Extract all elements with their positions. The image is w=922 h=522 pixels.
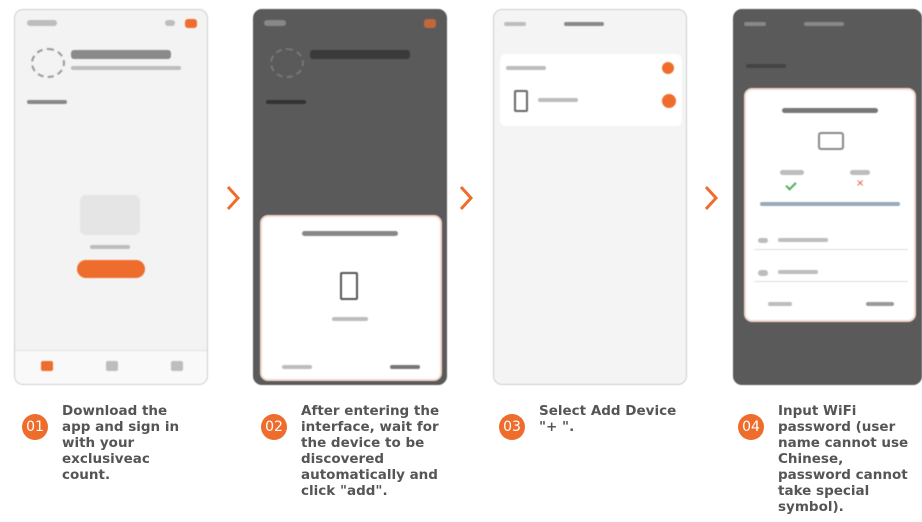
device-name <box>538 98 578 102</box>
weather-sun-icon <box>31 48 65 78</box>
empty-illustration <box>80 195 140 235</box>
step-caption: After entering the interface, wait for t… <box>301 403 440 499</box>
page-title <box>564 22 604 26</box>
chevron-right-icon <box>226 185 241 211</box>
bottom-tab-bar <box>15 350 207 384</box>
dialog-title <box>782 108 878 113</box>
router-icon <box>818 132 844 150</box>
no-devices-text <box>90 245 130 249</box>
home-selector[interactable] <box>27 20 57 26</box>
check-icon <box>785 179 797 191</box>
phone-screen-3 <box>493 9 687 385</box>
avatar[interactable] <box>185 19 197 28</box>
wifi-name-field[interactable] <box>754 232 908 250</box>
cross-icon: × <box>856 178 865 189</box>
section-label <box>506 66 546 70</box>
add-device-button[interactable] <box>77 260 145 278</box>
step-caption: Select Add Device "+ ". <box>539 403 677 435</box>
refresh-icon[interactable] <box>662 62 674 74</box>
dialog-cancel-button[interactable] <box>768 302 792 306</box>
device-discovered-dialog <box>260 215 442 381</box>
section-label <box>746 64 786 68</box>
cancel-button[interactable] <box>744 22 766 26</box>
step-number-badge: 01 <box>22 414 48 440</box>
phone-screen-1 <box>14 9 208 385</box>
device-icon <box>514 90 528 112</box>
step-number-badge: 03 <box>499 414 525 440</box>
add-device-plus-icon[interactable] <box>662 94 676 108</box>
all-devices-label[interactable] <box>27 100 67 104</box>
phone-screen-4: × <box>733 9 922 385</box>
welcome-subtitle <box>71 66 181 70</box>
device-icon <box>340 272 358 300</box>
step-caption: Input WiFi password (user name cannot us… <box>778 403 909 515</box>
add-icon[interactable] <box>165 20 175 26</box>
wifi-icon <box>758 238 768 243</box>
band-5ghz-label <box>850 170 870 175</box>
phone-screen-2 <box>253 9 447 385</box>
step-caption: Download the app and sign in with your e… <box>62 403 180 483</box>
go-to-add-button[interactable] <box>390 365 420 369</box>
do-not-add-button[interactable] <box>282 365 312 369</box>
home-tab-icon[interactable] <box>41 361 53 371</box>
weather-sun-icon <box>270 48 304 78</box>
all-devices-label <box>266 100 306 104</box>
wifi-name-value <box>778 238 828 242</box>
lock-icon <box>758 270 768 276</box>
device-list-card <box>500 54 682 126</box>
wifi-password-field[interactable] <box>754 264 908 282</box>
avatar[interactable] <box>424 19 436 28</box>
page-title <box>804 22 844 26</box>
dialog-title <box>302 231 398 236</box>
step-number-badge: 04 <box>738 414 764 440</box>
home-selector[interactable] <box>264 20 286 26</box>
device-name <box>332 317 368 321</box>
me-tab-icon[interactable] <box>171 361 183 371</box>
chevron-right-icon <box>459 185 474 211</box>
cancel-button[interactable] <box>504 22 526 26</box>
password-value <box>778 270 818 274</box>
welcome-title <box>310 50 410 59</box>
step-number-badge: 02 <box>261 414 287 440</box>
band-24ghz-label <box>780 170 804 175</box>
chevron-right-icon <box>704 185 719 211</box>
hint-text <box>760 202 900 206</box>
welcome-title <box>71 50 171 59</box>
wifi-password-dialog: × <box>744 88 916 322</box>
confirm-button[interactable] <box>866 302 894 306</box>
scene-tab-icon[interactable] <box>106 361 118 371</box>
